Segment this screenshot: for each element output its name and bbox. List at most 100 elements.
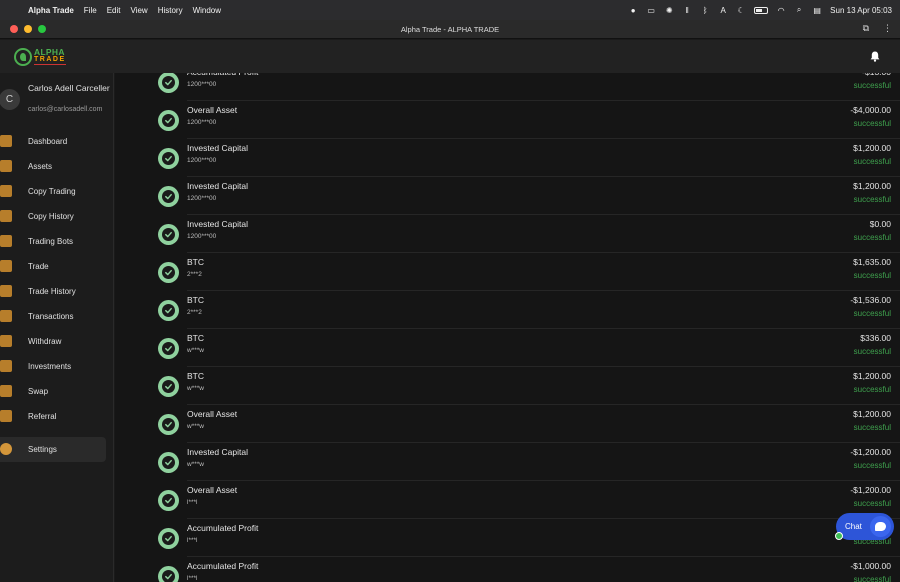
transaction-title: Invested Capital [187, 143, 248, 153]
bluetooth-icon[interactable]: ᛒ [700, 6, 710, 15]
wifi-icon[interactable]: ◠ [776, 6, 786, 15]
sidebar-item-label: Copy Trading [28, 187, 76, 196]
sidebar-item-transactions[interactable]: Transactions [0, 304, 106, 329]
user-name: Carlos Adell Carceller [28, 83, 110, 93]
check-circle-icon [158, 338, 179, 359]
transaction-amount: -$13.00 [862, 73, 891, 77]
status-area: ● ▭ ✺ ǁ ᛒ A ☾ ◠ ⌕ ▤ Sun 13 Apr 05:03 [628, 5, 900, 15]
minimize-window-button[interactable] [24, 25, 32, 33]
transaction-amount: -$1,200.00 [850, 485, 891, 495]
swap-icon [0, 385, 12, 397]
sidebar-item-referral[interactable]: Referral [0, 404, 106, 429]
sidebar-item-copy-trading[interactable]: Copy Trading [0, 179, 106, 204]
status-badge: successful [853, 347, 891, 356]
more-options-icon[interactable]: ⋮ [883, 23, 892, 34]
battery-icon[interactable] [754, 6, 769, 14]
control-center-icon[interactable]: ▤ [812, 6, 822, 15]
status-badge: successful [853, 385, 891, 394]
transaction-title: Accumulated Profit [187, 523, 259, 533]
check-circle-icon [158, 262, 179, 283]
user-profile[interactable]: C Carlos Adell Carceller carlos@carlosad… [0, 81, 114, 121]
transaction-account: l***l [187, 499, 198, 506]
status-badge: successful [853, 499, 891, 508]
status-badge: successful [853, 119, 891, 128]
menu-view[interactable]: View [130, 6, 147, 15]
copy-history-icon [0, 210, 12, 222]
list-item[interactable]: BTC w***w $1,200.00 successful [115, 367, 900, 405]
check-circle-icon [158, 110, 179, 131]
sidebar-item-swap[interactable]: Swap [0, 379, 106, 404]
sidebar-item-label: Trading Bots [28, 237, 74, 246]
list-item[interactable]: Invested Capital w***w -$1,200.00 successfu… [115, 443, 900, 481]
coins-icon [0, 310, 12, 322]
check-circle-icon [158, 376, 179, 397]
sidebar-item-settings[interactable]: Settings [0, 437, 106, 462]
sidebar-item-label: Trade [28, 262, 49, 271]
keyboard-input-icon[interactable]: A [718, 6, 728, 15]
check-circle-icon [158, 566, 179, 582]
menubar-clock[interactable]: Sun 13 Apr 05:03 [830, 6, 892, 15]
list-item[interactable]: Accumulated Profit l***l successful [115, 519, 900, 557]
check-circle-icon [158, 300, 179, 321]
sidebar-item-label: Withdraw [28, 337, 62, 346]
close-window-button[interactable] [10, 25, 18, 33]
menu-window[interactable]: Window [193, 6, 221, 15]
sidebar-item-assets[interactable]: Assets [0, 154, 106, 179]
transaction-amount: $1,200.00 [853, 409, 891, 419]
app-header: ALPHA TRADE [0, 40, 900, 73]
brand-logo[interactable]: ALPHA TRADE [14, 47, 66, 66]
transaction-title: BTC [187, 371, 204, 381]
sidebar-item-copy-history[interactable]: Copy History [0, 204, 106, 229]
zoom-window-button[interactable] [38, 25, 46, 33]
list-item[interactable]: Overall Asset l***l -$1,200.00 successful [115, 481, 900, 519]
bot-icon [0, 235, 12, 247]
display-icon[interactable]: ▭ [646, 6, 656, 15]
list-item[interactable]: Invested Capital 1200***00 $1,200.00 succes… [115, 177, 900, 215]
menu-file[interactable]: File [84, 6, 97, 15]
list-item[interactable]: Accumulated Profit l***l -$1,000.00 success… [115, 557, 900, 582]
macos-menubar: Alpha Trade File Edit View History Windo… [0, 0, 900, 20]
list-item[interactable]: Accumulated Profit 1200***00 -$13.00 succes… [115, 73, 900, 101]
transaction-amount: -$1,536.00 [850, 295, 891, 305]
extensions-icon[interactable]: ⧉ [863, 23, 869, 34]
sidebar-item-withdraw[interactable]: Withdraw [0, 329, 106, 354]
list-item[interactable]: Overall Asset w***w $1,200.00 successful [115, 405, 900, 443]
list-item[interactable]: Overall Asset 1200***00 -$4,000.00 successf… [115, 101, 900, 139]
list-item[interactable]: BTC 2***2 $1,635.00 successful [115, 253, 900, 291]
sidebar-item-trade[interactable]: Trade [0, 254, 106, 279]
sidebar-item-dashboard[interactable]: Dashboard [0, 129, 106, 154]
sidebar-item-label: Transactions [28, 312, 74, 321]
menu-edit[interactable]: Edit [107, 6, 121, 15]
list-item[interactable]: Invested Capital 1200***00 $0.00 successful [115, 215, 900, 253]
status-badge: successful [853, 157, 891, 166]
chat-widget-button[interactable]: Chat [835, 513, 894, 540]
sidebar-item-label: Trade History [28, 287, 76, 296]
transaction-title: BTC [187, 333, 204, 343]
notification-bell-icon[interactable] [870, 51, 880, 62]
status-badge: successful [853, 81, 891, 90]
focus-icon[interactable]: ● [628, 6, 638, 15]
list-item[interactable]: BTC 2***2 -$1,536.00 successful [115, 291, 900, 329]
transaction-title: Accumulated Profit [187, 561, 259, 571]
sidebar-item-investments[interactable]: Investments [0, 354, 106, 379]
list-item[interactable]: BTC w***w $336.00 successful [115, 329, 900, 367]
list-item[interactable]: Invested Capital 1200***00 $1,200.00 succes… [115, 139, 900, 177]
online-status-dot [835, 532, 843, 540]
sidebar-item-trading-bots[interactable]: Trading Bots [0, 229, 106, 254]
attachment-icon[interactable]: ǁ [682, 6, 692, 15]
moon-icon[interactable]: ☾ [736, 6, 746, 15]
transaction-account: 1200***00 [187, 157, 217, 164]
spotlight-search-icon[interactable]: ⌕ [794, 5, 804, 14]
brightness-icon[interactable]: ✺ [664, 6, 674, 15]
transaction-title: Overall Asset [187, 485, 238, 495]
transaction-account: 1200***00 [187, 233, 217, 240]
sidebar-item-label: Dashboard [28, 137, 68, 146]
status-badge: successful [853, 309, 891, 318]
menu-app-name[interactable]: Alpha Trade [28, 6, 74, 15]
transaction-account: l***l [187, 537, 198, 544]
logo-mark-icon [14, 47, 32, 66]
check-circle-icon [158, 490, 179, 511]
status-badge: successful [853, 233, 891, 242]
sidebar-item-trade-history[interactable]: Trade History [0, 279, 106, 304]
menu-history[interactable]: History [158, 6, 183, 15]
